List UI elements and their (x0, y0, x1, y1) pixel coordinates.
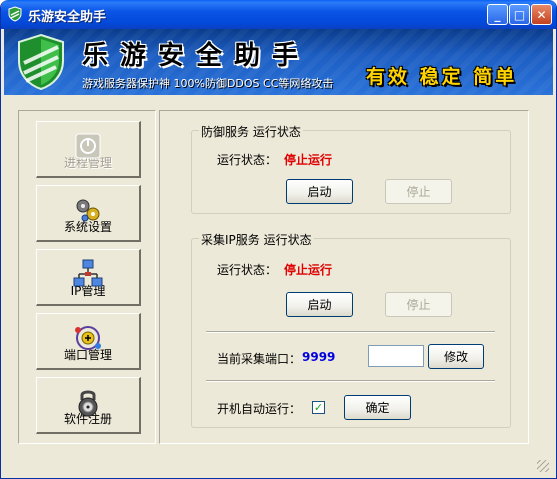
port-input[interactable] (368, 345, 424, 367)
divider (206, 331, 495, 333)
divider (206, 380, 495, 382)
collect-start-button[interactable]: 启动 (286, 292, 353, 317)
group-title: 防御服务 运行状态 (199, 123, 303, 140)
title-bar[interactable]: 乐游安全助手 _ □ ✕ (1, 0, 556, 29)
banner-title: 乐游安全助手 (82, 41, 311, 71)
button-label: 停止 (406, 185, 431, 199)
gears-icon (76, 199, 100, 222)
modify-port-button[interactable]: 修改 (428, 344, 484, 369)
button-label: 修改 (443, 350, 468, 364)
maximize-icon: □ (513, 7, 526, 22)
nav-panel: 进程管理 系统设置 IP管理 端口管理 软件注册 (18, 110, 156, 444)
minimize-icon: _ (494, 7, 501, 22)
button-label: 确定 (365, 401, 390, 415)
confirm-button[interactable]: 确定 (344, 395, 411, 420)
nav-register-button[interactable]: 软件注册 (36, 377, 141, 434)
defense-stop-button[interactable]: 停止 (385, 179, 452, 204)
port-icon (75, 326, 101, 350)
status-label: 运行状态： (217, 263, 278, 277)
banner: 乐游安全助手 游戏服务器保护神 100%防御DDOS CC等网络攻击 有效 稳定… (4, 29, 553, 95)
button-label: 停止 (406, 298, 431, 312)
group-title: 采集IP服务 运行状态 (199, 231, 314, 248)
button-label: 启动 (307, 298, 332, 312)
check-icon: ✓ (313, 401, 324, 414)
window-title: 乐游安全助手 (28, 10, 107, 25)
maximize-button[interactable]: □ (509, 4, 530, 25)
button-label: 启动 (307, 185, 332, 199)
shield-icon (8, 6, 22, 22)
resize-grip-icon[interactable] (537, 460, 549, 472)
defense-start-button[interactable]: 启动 (286, 179, 353, 204)
minimize-button[interactable]: _ (487, 4, 508, 25)
content-panel: 防御服务 运行状态 运行状态： 停止运行 启动 停止 采集IP服务 运行状态 运… (159, 110, 529, 444)
defense-service-group: 防御服务 运行状态 运行状态： 停止运行 启动 停止 (191, 123, 511, 214)
banner-slogan: 有效 稳定 简单 (366, 66, 518, 88)
banner-subtitle: 游戏服务器保护神 100%防御DDOS CC等网络攻击 (82, 77, 334, 90)
port-label: 当前采集端口： (217, 352, 302, 366)
port-value: 9999 (302, 350, 336, 364)
status-bar (4, 455, 553, 475)
collect-stop-button[interactable]: 停止 (385, 292, 452, 317)
close-icon: ✕ (536, 7, 547, 22)
nav-process-button[interactable]: 进程管理 (36, 121, 141, 178)
lock-icon (78, 390, 98, 417)
status-label: 运行状态： (217, 153, 278, 167)
autostart-label: 开机自动运行： (217, 402, 302, 416)
network-icon (73, 259, 103, 287)
power-icon (75, 133, 101, 159)
close-button[interactable]: ✕ (531, 4, 552, 25)
collect-ip-service-group: 采集IP服务 运行状态 运行状态： 停止运行 启动 停止 当前采集端口： 999… (191, 231, 511, 428)
nav-settings-button[interactable]: 系统设置 (36, 185, 141, 242)
nav-port-button[interactable]: 端口管理 (36, 313, 141, 370)
app-window: 乐游安全助手 _ □ ✕ 乐游安全助手 游戏服务器保护神 100%防御DDOS … (0, 0, 557, 479)
autostart-checkbox[interactable]: ✓ (312, 401, 325, 414)
defense-status-value: 停止运行 (284, 153, 333, 167)
collect-status-value: 停止运行 (284, 263, 333, 277)
shield-logo-icon (18, 33, 64, 91)
nav-ip-button[interactable]: IP管理 (36, 249, 141, 306)
